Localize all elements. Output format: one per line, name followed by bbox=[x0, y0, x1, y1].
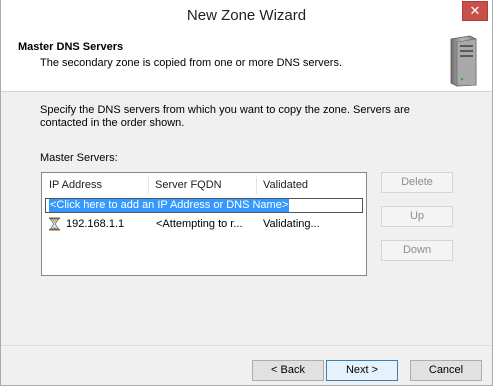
column-header-validated[interactable]: Validated bbox=[263, 179, 308, 191]
cancel-button[interactable]: Cancel bbox=[410, 360, 482, 381]
master-servers-list[interactable]: IP Address Server FQDN Validated <Click … bbox=[41, 172, 367, 276]
header-title: Master DNS Servers bbox=[18, 41, 124, 53]
server-icon bbox=[450, 35, 477, 87]
wizard-window: New Zone Wizard ✕ Master DNS Servers The… bbox=[0, 0, 493, 386]
hourglass-icon bbox=[49, 217, 60, 231]
instructions-text: Specify the DNS servers from which you w… bbox=[40, 104, 410, 129]
wizard-header: Master DNS Servers The secondary zone is… bbox=[1, 31, 492, 92]
delete-button[interactable]: Delete bbox=[381, 172, 453, 193]
column-divider[interactable] bbox=[256, 176, 257, 194]
window-title: New Zone Wizard bbox=[186, 7, 307, 24]
close-icon: ✕ bbox=[469, 3, 481, 18]
back-button[interactable]: < Back bbox=[252, 360, 324, 381]
list-column-headers: IP Address Server FQDN Validated bbox=[42, 173, 366, 197]
row-server-fqdn: <Attempting to r... bbox=[156, 218, 243, 230]
footer-divider bbox=[1, 345, 492, 346]
row-ip-address: 192.168.1.1 bbox=[66, 218, 125, 230]
master-servers-label: Master Servers: bbox=[40, 152, 118, 164]
column-header-ip-address[interactable]: IP Address bbox=[49, 179, 102, 191]
down-button[interactable]: Down bbox=[381, 240, 453, 261]
title-bar: New Zone Wizard ✕ bbox=[1, 0, 492, 31]
header-subtitle: The secondary zone is copied from one or… bbox=[40, 57, 343, 69]
up-button[interactable]: Up bbox=[381, 206, 453, 227]
row-validated-status: Validating... bbox=[263, 218, 320, 230]
table-row[interactable]: 192.168.1.1 <Attempting to r... Validati… bbox=[45, 216, 363, 232]
close-button[interactable]: ✕ bbox=[462, 1, 488, 21]
column-header-server-fqdn[interactable]: Server FQDN bbox=[155, 179, 222, 191]
next-button[interactable]: Next > bbox=[326, 360, 398, 381]
column-divider[interactable] bbox=[148, 176, 149, 194]
add-server-prompt[interactable]: <Click here to add an IP Address or DNS … bbox=[49, 199, 290, 212]
add-server-row[interactable]: <Click here to add an IP Address or DNS … bbox=[45, 198, 363, 213]
